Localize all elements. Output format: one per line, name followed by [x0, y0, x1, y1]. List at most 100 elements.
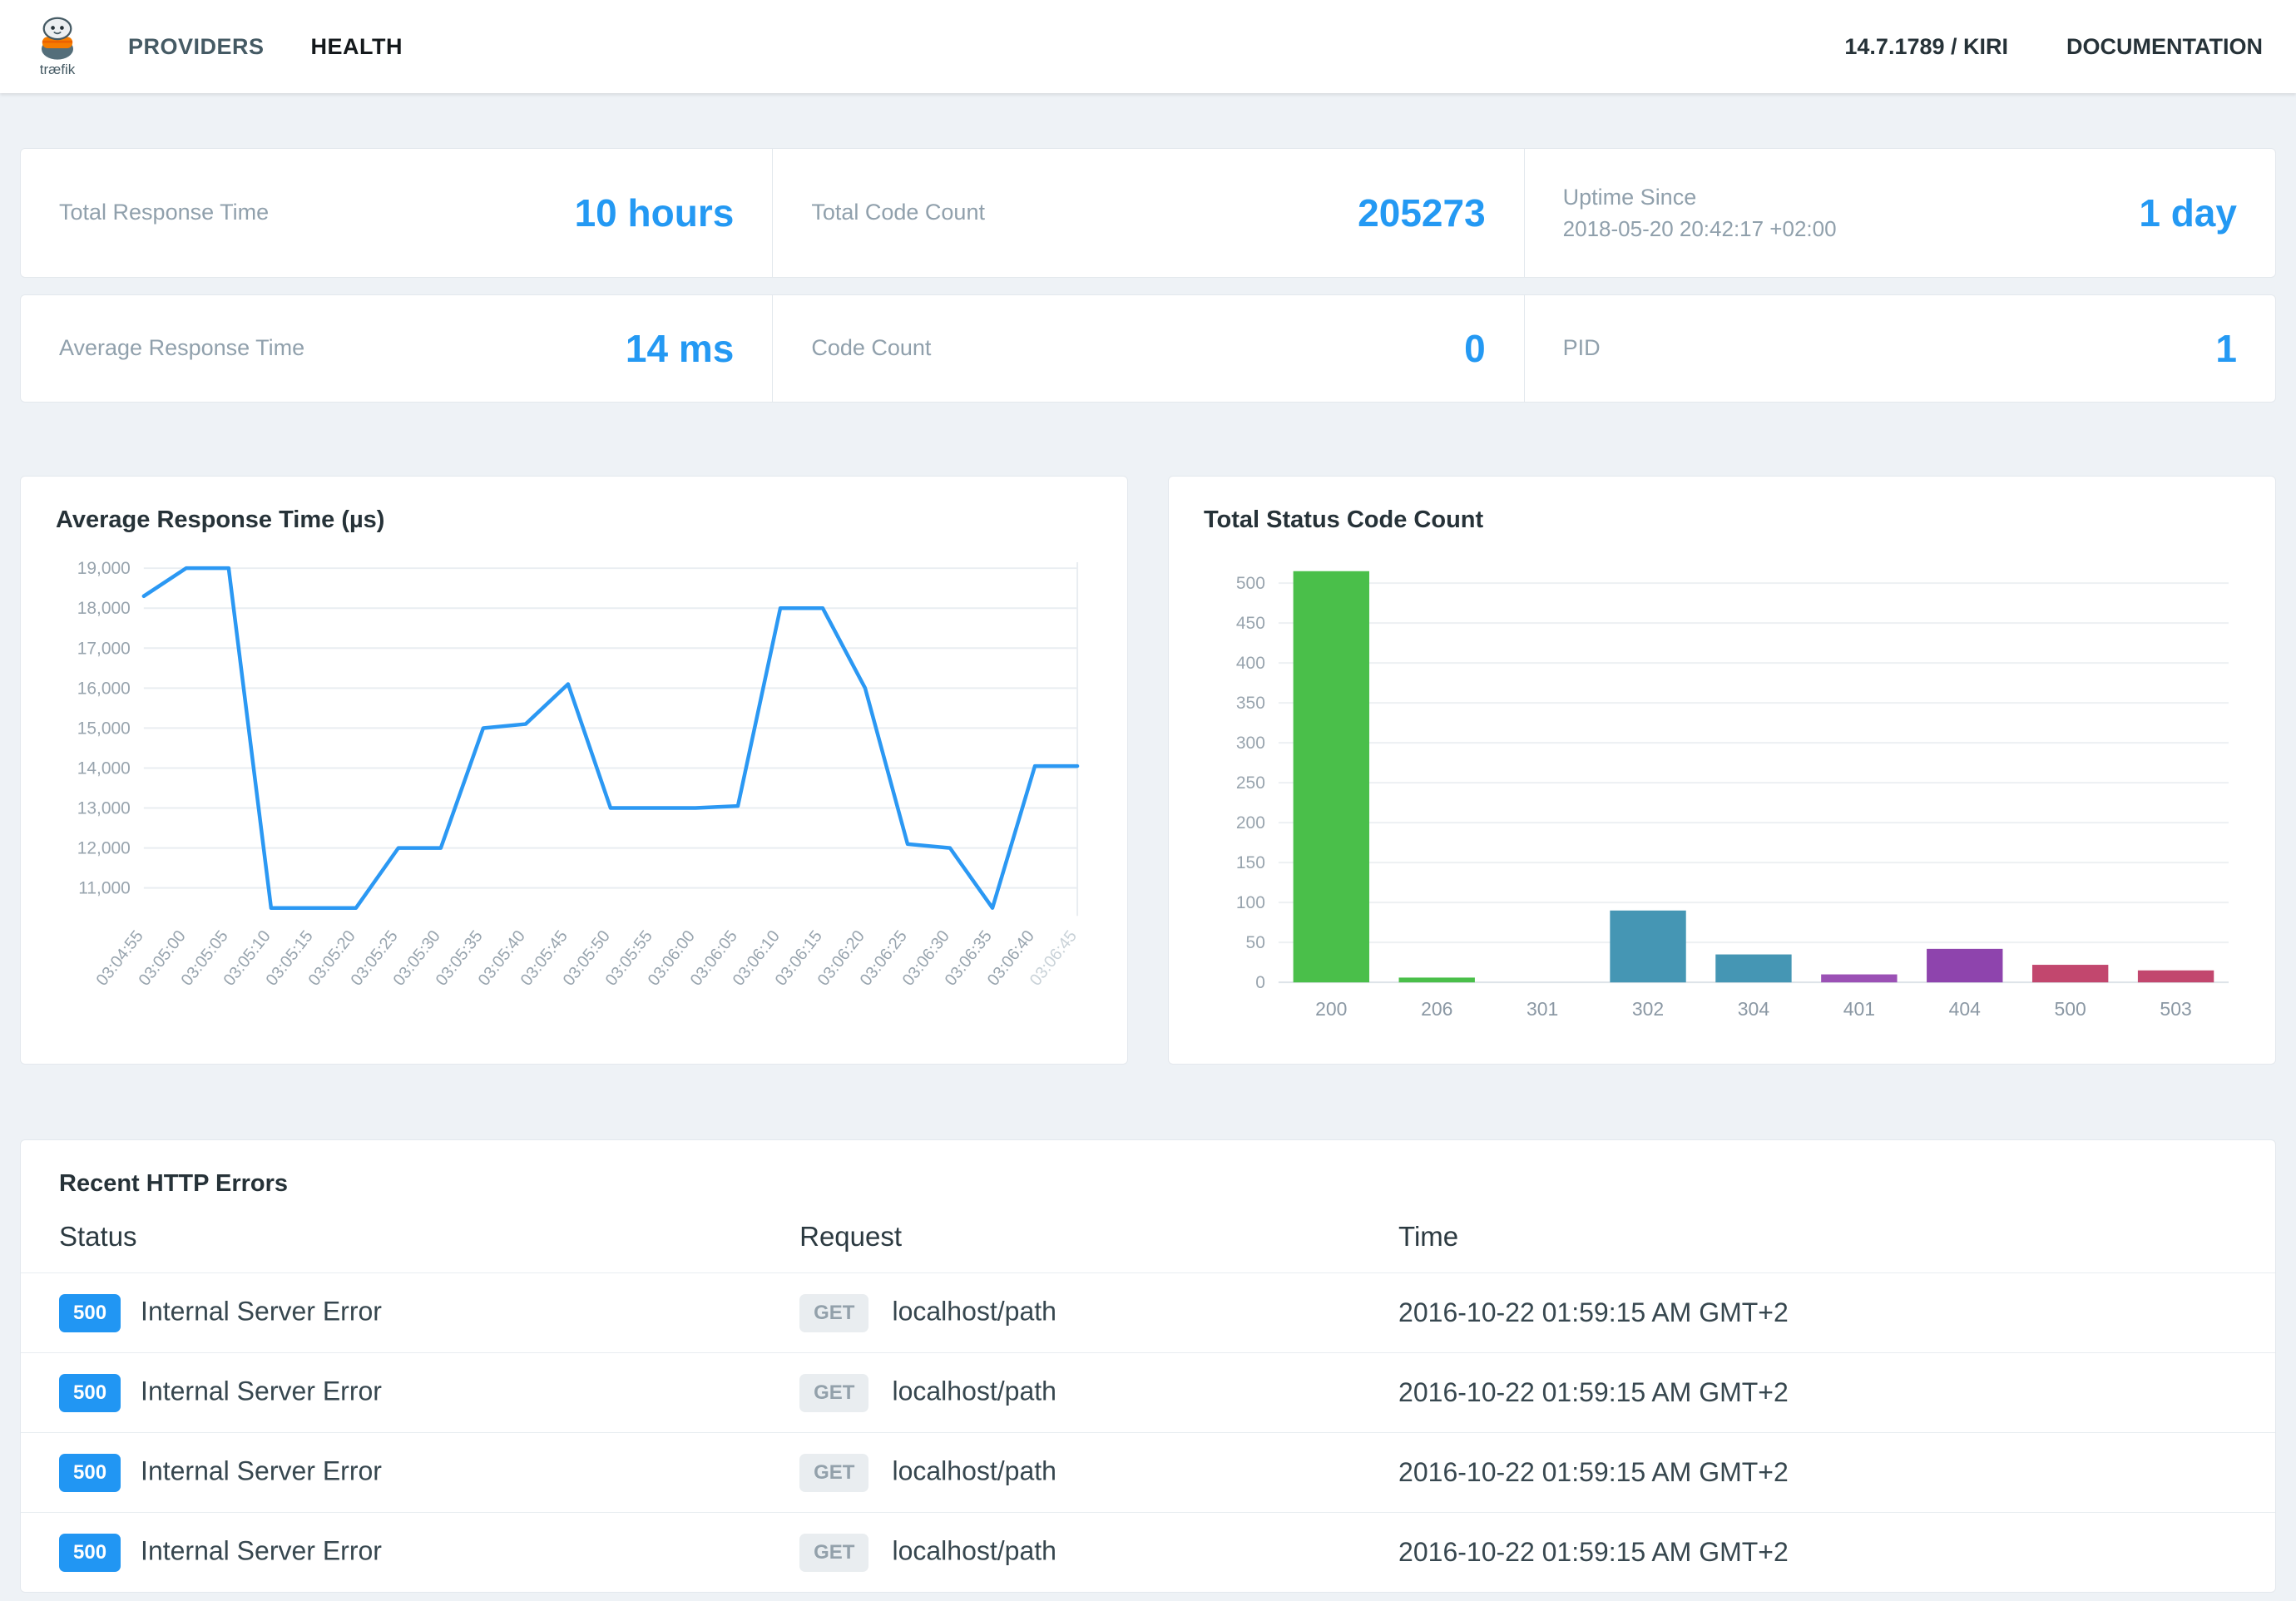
- stats-row-current: Average Response Time 14 ms Code Count 0…: [20, 294, 2276, 403]
- status-badge: 500: [59, 1534, 121, 1572]
- recent-http-errors-title: Recent HTTP Errors: [59, 1170, 2275, 1198]
- response-time-chart-title: Average Response Time (µs): [56, 506, 1097, 534]
- method-badge: GET: [799, 1534, 868, 1572]
- nav-item-health[interactable]: HEALTH: [311, 34, 403, 60]
- navbar-right: 14.7.1789 / KIRI DOCUMENTATION: [1844, 34, 2263, 60]
- svg-text:17,000: 17,000: [77, 639, 131, 658]
- svg-text:0: 0: [1255, 973, 1265, 992]
- total-status-code-bar-chart: 0501001502002503003504004505002002063013…: [1199, 551, 2245, 1049]
- error-row[interactable]: 500 Internal Server Error GET localhost/pa…: [21, 1272, 2275, 1352]
- stat-uptime-since: Uptime Since 2018-05-20 20:42:17 +02:00 …: [1524, 149, 2275, 277]
- traefik-logo-text: træfik: [40, 62, 76, 78]
- svg-text:100: 100: [1236, 893, 1265, 912]
- svg-text:450: 450: [1236, 614, 1265, 633]
- svg-text:301: 301: [1527, 998, 1558, 1020]
- error-row[interactable]: 500 Internal Server Error GET localhost/pa…: [21, 1512, 2275, 1592]
- response-time-chart-card: Average Response Time (µs) 11,00012,0001…: [20, 476, 1128, 1065]
- main-content: Total Response Time 10 hours Total Code …: [0, 93, 2296, 1601]
- method-badge: GET: [799, 1374, 868, 1412]
- error-status-cell: 500 Internal Server Error: [59, 1294, 799, 1332]
- status-code-chart-card: Total Status Code Count 0 50 100 150 200 250 3…: [1168, 476, 2276, 1065]
- svg-text:18,000: 18,000: [77, 599, 131, 618]
- svg-text:16,000: 16,000: [77, 679, 131, 699]
- error-row[interactable]: 500 Internal Server Error GET localhost/pa…: [21, 1432, 2275, 1512]
- average-response-time-line-chart: 11,00012,00013,00014,00015,00016,00017,0…: [51, 551, 1097, 1049]
- traefik-health-dashboard: { "navbar": { "logo_text": "træfik", "it…: [0, 0, 2296, 1601]
- main-nav: PROVIDERS HEALTH: [128, 34, 403, 60]
- error-status-cell: 500 Internal Server Error: [59, 1454, 799, 1492]
- svg-text:14,000: 14,000: [77, 759, 131, 778]
- stat-total-response-time: Total Response Time 10 hours: [21, 149, 772, 277]
- nav-item-documentation[interactable]: DOCUMENTATION: [2066, 34, 2263, 60]
- svg-text:19,000: 19,000: [77, 559, 131, 578]
- stat-label: Total Code Count: [811, 197, 985, 229]
- version-label: 14.7.1789 / KIRI: [1844, 34, 2008, 60]
- stat-total-code-count: Total Code Count 205273: [772, 149, 1523, 277]
- column-header-request: Request: [799, 1221, 1398, 1253]
- svg-text:150: 150: [1236, 853, 1265, 872]
- request-path: localhost/path: [892, 1455, 1056, 1485]
- column-header-time: Time: [1398, 1221, 2237, 1253]
- svg-text:250: 250: [1236, 773, 1265, 793]
- error-status-cell: 500 Internal Server Error: [59, 1534, 799, 1572]
- request-path: localhost/path: [892, 1376, 1056, 1406]
- svg-text:400: 400: [1236, 654, 1265, 673]
- error-time-cell: 2016-10-22 01:59:15 AM GMT+2: [1398, 1457, 2237, 1488]
- request-path: localhost/path: [892, 1296, 1056, 1326]
- navbar: træfik PROVIDERS HEALTH 14.7.1789 / KIRI…: [0, 0, 2296, 93]
- stat-value: 0: [1464, 326, 1486, 371]
- svg-text:15,000: 15,000: [77, 719, 131, 739]
- status-code-chart-title: Total Status Code Count: [1204, 506, 2245, 534]
- error-status-cell: 500Internal Server Error: [59, 1374, 799, 1412]
- status-text: Internal Server Error: [141, 1455, 382, 1485]
- stat-value: 10 hours: [575, 190, 735, 235]
- status-text: Internal Server Error: [141, 1535, 382, 1565]
- stats-row-totals: Total Response Time 10 hours Total Code …: [20, 148, 2276, 278]
- stat-code-count: Code Count 0: [772, 295, 1523, 402]
- svg-text:404: 404: [1949, 998, 1982, 1020]
- request-path: localhost/path: [892, 1535, 1056, 1565]
- svg-text:302: 302: [1632, 998, 1664, 1020]
- stat-value: 14 ms: [626, 326, 734, 371]
- status-badge: 500: [59, 1294, 121, 1332]
- svg-text:11,000: 11,000: [78, 879, 131, 898]
- stat-value: 1: [2215, 326, 2237, 371]
- svg-text:500: 500: [1236, 574, 1265, 593]
- svg-text:206: 206: [1421, 998, 1452, 1020]
- error-request-cell: GET localhost/path: [799, 1534, 1398, 1572]
- error-time-cell: 2016-10-22 01:59:15 AM GMT+2: [1398, 1297, 2237, 1328]
- status-text: Internal Server Error: [141, 1296, 382, 1326]
- status-badge: 500: [59, 1374, 121, 1412]
- status-badge: 500: [59, 1454, 121, 1492]
- stat-label: Code Count: [811, 333, 931, 364]
- error-row[interactable]: 500Internal Server Error GET localhost/pa…: [21, 1352, 2275, 1432]
- svg-text:200: 200: [1236, 813, 1265, 833]
- uptime-since-timestamp: 2018-05-20 20:42:17 +02:00: [1563, 214, 1837, 244]
- errors-table-header: Status Request Time: [21, 1221, 2275, 1272]
- uptime-since-label: Uptime Since: [1563, 182, 1837, 214]
- svg-text:200: 200: [1315, 998, 1347, 1020]
- charts-row: Average Response Time (µs) 11,00012,0001…: [20, 476, 2276, 1065]
- svg-text:500: 500: [2055, 998, 2086, 1020]
- svg-text:304: 304: [1738, 998, 1770, 1020]
- column-header-status: Status: [59, 1221, 799, 1253]
- error-request-cell: GET localhost/path: [799, 1454, 1398, 1492]
- error-time-cell: 2016-10-22 01:59:15 AM GMT+2: [1398, 1537, 2237, 1568]
- svg-text:503: 503: [2160, 998, 2191, 1020]
- traefik-mascot-icon: [33, 16, 82, 64]
- svg-text:50: 50: [1246, 933, 1265, 952]
- stat-value: 1 day: [2139, 190, 2237, 235]
- stat-label: Uptime Since 2018-05-20 20:42:17 +02:00: [1563, 182, 1837, 244]
- stat-pid: PID 1: [1524, 295, 2275, 402]
- svg-text:401: 401: [1843, 998, 1875, 1020]
- stat-label: PID: [1563, 333, 1601, 364]
- error-request-cell: GET localhost/path: [799, 1294, 1398, 1332]
- error-time-cell: 2016-10-22 01:59:15 AM GMT+2: [1398, 1377, 2237, 1408]
- svg-text:300: 300: [1236, 734, 1265, 753]
- traefik-logo[interactable]: træfik: [33, 16, 82, 78]
- stat-average-response-time: Average Response Time 14 ms: [21, 295, 772, 402]
- method-badge: GET: [799, 1454, 868, 1492]
- method-badge: GET: [799, 1294, 868, 1332]
- nav-item-providers[interactable]: PROVIDERS: [128, 34, 265, 60]
- svg-text:13,000: 13,000: [77, 799, 131, 818]
